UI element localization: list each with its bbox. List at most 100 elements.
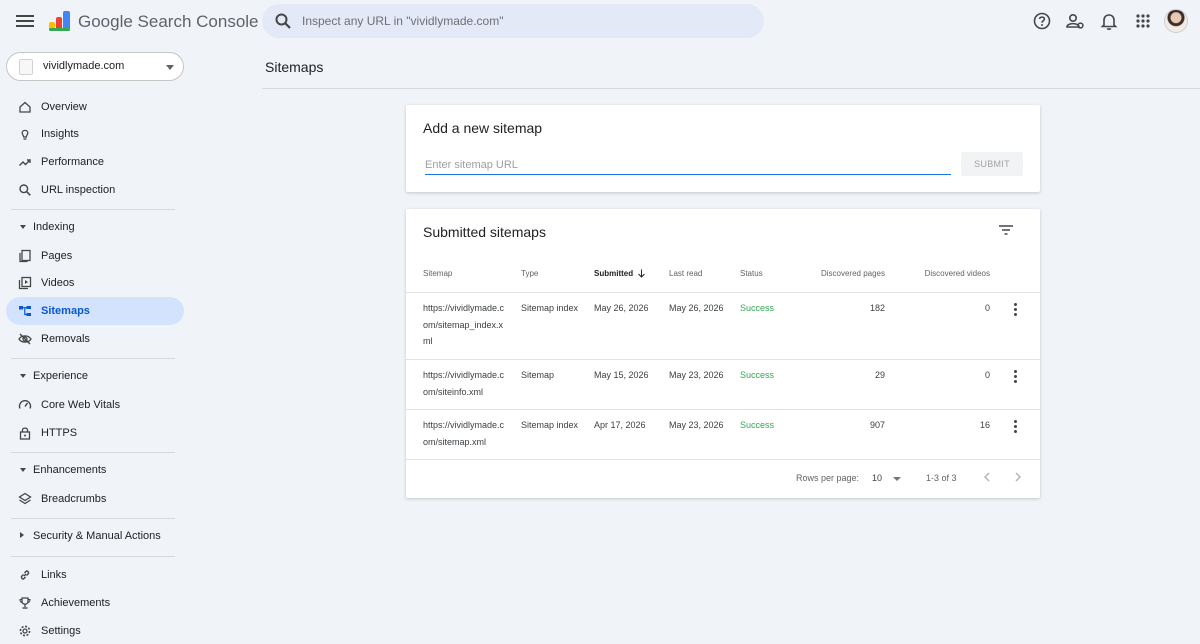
sidebar-item-label: Overview bbox=[41, 101, 87, 113]
search-input[interactable] bbox=[302, 4, 752, 38]
cell-sitemap[interactable]: https://vividlymade.com/sitemap_index.xm… bbox=[423, 300, 509, 350]
cell-submitted: May 26, 2026 bbox=[594, 303, 649, 313]
cell-discovered-videos: 0 bbox=[984, 370, 990, 380]
sidebar-item-label: URL inspection bbox=[41, 184, 116, 196]
more-vert-icon[interactable] bbox=[1012, 303, 1018, 317]
sidebar-item-https[interactable]: HTTPS bbox=[6, 419, 184, 447]
chevron-right-icon[interactable] bbox=[1010, 469, 1026, 485]
rows-per-page-select[interactable]: 10 bbox=[868, 469, 904, 485]
sidebar-section-security[interactable]: Security & Manual Actions bbox=[11, 526, 181, 548]
sidebar-item-videos[interactable]: Videos bbox=[6, 269, 184, 297]
table-divider bbox=[406, 292, 1040, 293]
submitted-sitemaps-card: Submitted sitemaps Sitemap Type Submitte… bbox=[406, 209, 1040, 498]
sidebar-item-removals[interactable]: Removals bbox=[6, 325, 184, 353]
speed-icon bbox=[18, 400, 32, 409]
sidebar-item-label: Links bbox=[41, 569, 67, 581]
cell-discovered-pages: 29 bbox=[874, 370, 885, 380]
cell-discovered-pages: 182 bbox=[869, 303, 885, 313]
sidebar-item-label: Pages bbox=[41, 250, 73, 262]
search-icon bbox=[19, 184, 31, 196]
url-inspection-search[interactable] bbox=[262, 4, 764, 38]
pagination-range: 1-3 of 3 bbox=[926, 473, 957, 483]
manage-users-icon[interactable] bbox=[1064, 10, 1086, 32]
property-selector[interactable]: vividlymade.com bbox=[6, 52, 184, 81]
column-header-last-read[interactable]: Last read bbox=[669, 269, 702, 278]
sitemap-url-input[interactable] bbox=[425, 155, 951, 175]
sidebar-item-links[interactable]: Links bbox=[6, 561, 184, 589]
cell-sitemap[interactable]: https://vividlymade.com/siteinfo.xml bbox=[423, 367, 509, 400]
rows-per-page-label: Rows per page: bbox=[796, 473, 860, 483]
cell-sitemap[interactable]: https://vividlymade.com/sitemap.xml bbox=[423, 417, 509, 450]
chevron-left-icon[interactable] bbox=[979, 469, 995, 485]
sidebar-item-achievements[interactable]: Achievements bbox=[6, 589, 184, 617]
sidebar-item-core-web-vitals[interactable]: Core Web Vitals bbox=[6, 391, 184, 419]
cell-status: Success bbox=[740, 420, 775, 430]
cell-discovered-videos: 0 bbox=[984, 303, 990, 313]
gear-icon bbox=[19, 625, 31, 637]
section-label: Indexing bbox=[33, 221, 75, 233]
avatar[interactable] bbox=[1164, 9, 1188, 33]
sidebar-item-breadcrumbs[interactable]: Breadcrumbs bbox=[6, 485, 184, 513]
search-icon bbox=[275, 13, 291, 29]
column-header-label: Submitted bbox=[594, 269, 634, 278]
column-header-type[interactable]: Type bbox=[521, 269, 538, 278]
home-icon bbox=[19, 101, 31, 113]
table-divider bbox=[406, 459, 1040, 460]
collapse-arrow-icon bbox=[20, 468, 26, 472]
cell-submitted: May 15, 2026 bbox=[594, 370, 649, 380]
sidebar-item-overview[interactable]: Overview bbox=[6, 93, 184, 121]
sidebar-section-enhancements[interactable]: Enhancements bbox=[11, 460, 181, 482]
lock-icon bbox=[19, 427, 31, 440]
add-sitemap-title: Add a new sitemap bbox=[423, 120, 543, 136]
section-label: Experience bbox=[33, 370, 89, 382]
submit-button[interactable]: SUBMIT bbox=[961, 152, 1023, 176]
property-favicon-icon bbox=[19, 59, 33, 75]
sidebar-item-insights[interactable]: Insights bbox=[6, 120, 184, 148]
sidebar-divider bbox=[11, 518, 175, 519]
cell-submitted: Apr 17, 2026 bbox=[594, 420, 646, 430]
collapse-arrow-icon bbox=[20, 374, 26, 378]
help-icon[interactable] bbox=[1031, 10, 1053, 32]
sidebar-section-experience[interactable]: Experience bbox=[11, 366, 181, 388]
submitted-sitemaps-title: Submitted sitemaps bbox=[423, 224, 546, 240]
sidebar-item-sitemaps[interactable]: Sitemaps bbox=[6, 297, 184, 325]
pages-icon bbox=[19, 249, 31, 263]
header-divider bbox=[262, 88, 1200, 89]
search-console-logo-icon bbox=[49, 11, 70, 31]
chevron-down-icon bbox=[166, 65, 174, 70]
sidebar-divider bbox=[11, 358, 175, 359]
cell-discovered-videos: 16 bbox=[979, 420, 990, 430]
sidebar-item-label: Videos bbox=[41, 277, 75, 289]
sidebar-item-label: Breadcrumbs bbox=[41, 493, 107, 505]
notifications-icon[interactable] bbox=[1098, 10, 1120, 32]
sidebar-item-performance[interactable]: Performance bbox=[6, 148, 184, 176]
filter-icon[interactable] bbox=[998, 223, 1014, 237]
sidebar-divider bbox=[11, 452, 175, 453]
column-header-submitted[interactable]: Submitted bbox=[594, 269, 646, 279]
sidebar-item-label: Removals bbox=[41, 333, 90, 345]
apps-grid-icon[interactable] bbox=[1132, 10, 1154, 32]
more-vert-icon[interactable] bbox=[1012, 370, 1018, 384]
sidebar-section-indexing[interactable]: Indexing bbox=[11, 217, 181, 239]
sidebar-item-label: Achievements bbox=[41, 597, 111, 609]
layers-icon bbox=[18, 492, 32, 505]
table-divider bbox=[406, 359, 1040, 360]
hamburger-menu-icon[interactable] bbox=[14, 12, 36, 30]
sidebar-item-pages[interactable]: Pages bbox=[6, 242, 184, 270]
brand-name[interactable]: Google Search Console bbox=[78, 12, 259, 32]
table-divider bbox=[406, 409, 1040, 410]
column-header-sitemap[interactable]: Sitemap bbox=[423, 269, 452, 278]
cell-status: Success bbox=[740, 303, 775, 313]
chevron-down-icon bbox=[893, 477, 901, 481]
sidebar-item-url-inspection[interactable]: URL inspection bbox=[6, 176, 184, 204]
sidebar-divider bbox=[11, 556, 175, 557]
column-header-status[interactable]: Status bbox=[740, 269, 763, 278]
more-vert-icon[interactable] bbox=[1012, 420, 1018, 434]
cell-last-read: May 23, 2026 bbox=[669, 370, 724, 380]
section-label: Security & Manual Actions bbox=[33, 530, 161, 542]
column-header-discovered-pages[interactable]: Discovered pages bbox=[805, 269, 885, 278]
cell-type: Sitemap index bbox=[521, 420, 579, 430]
sidebar-item-settings[interactable]: Settings bbox=[6, 617, 184, 644]
sidebar-item-label: Core Web Vitals bbox=[41, 399, 121, 411]
column-header-discovered-videos[interactable]: Discovered videos bbox=[908, 269, 990, 278]
